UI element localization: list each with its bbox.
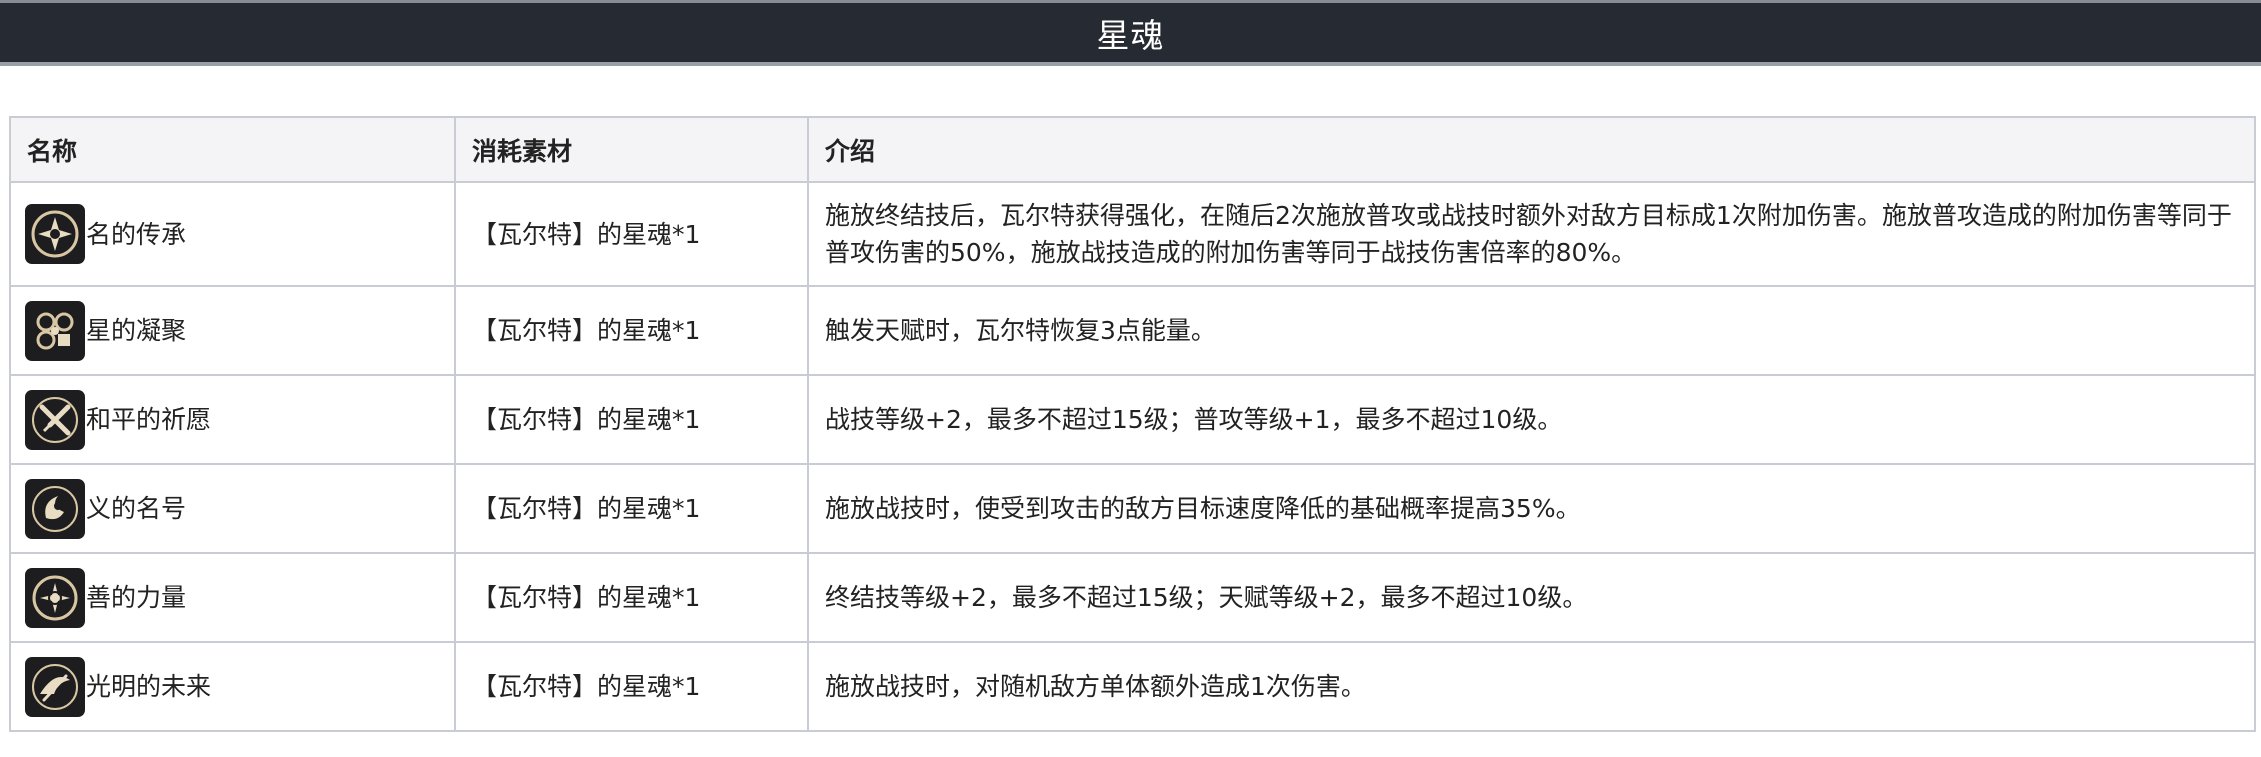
constellation-name: 光明的未来 — [86, 672, 212, 701]
constellation-table: 名称 消耗素材 介绍 名的传承 【瓦尔特】的星魂*1 施放终结技后，瓦尔特获得强… — [9, 116, 2256, 732]
name-cell: 名的传承 — [9, 181, 456, 287]
page-title: 星魂 — [1096, 15, 1165, 55]
material-cell: 【瓦尔特】的星魂*1 — [454, 181, 809, 287]
material-cell: 【瓦尔特】的星魂*1 — [454, 641, 809, 732]
name-cell: 善的力量 — [9, 552, 456, 643]
material-cell: 【瓦尔特】的星魂*1 — [454, 552, 809, 643]
constellation-1-icon — [25, 204, 85, 264]
material-cell: 【瓦尔特】的星魂*1 — [454, 285, 809, 376]
constellation-name: 善的力量 — [86, 583, 187, 612]
constellation-6-icon — [25, 656, 85, 717]
description-cell: 施放战技时，使受到攻击的敌方目标速度降低的基础概率提高35%。 — [807, 463, 2256, 554]
column-header-material: 消耗素材 — [454, 116, 809, 183]
description-cell: 触发天赋时，瓦尔特恢复3点能量。 — [807, 285, 2256, 376]
constellation-name: 名的传承 — [86, 219, 187, 249]
name-cell: 和平的祈愿 — [9, 374, 456, 465]
constellation-5-icon — [25, 567, 85, 628]
table-row: 名的传承 【瓦尔特】的星魂*1 施放终结技后，瓦尔特获得强化，在随后2次施放普攻… — [9, 181, 2256, 287]
name-cell: 光明的未来 — [9, 641, 456, 732]
table-row: 和平的祈愿 【瓦尔特】的星魂*1 战技等级+2，最多不超过15级；普攻等级+1，… — [9, 374, 2256, 465]
title-bar: 星魂 — [0, 0, 2261, 66]
description-cell: 施放终结技后，瓦尔特获得强化，在随后2次施放普攻或战技时额外对敌方目标成1次附加… — [807, 181, 2256, 287]
constellation-4-icon — [25, 478, 85, 539]
constellation-name: 义的名号 — [86, 494, 187, 523]
name-cell: 义的名号 — [9, 463, 456, 554]
constellation-3-icon — [25, 389, 85, 450]
table-header-row: 名称 消耗素材 介绍 — [9, 116, 2256, 183]
material-cell: 【瓦尔特】的星魂*1 — [454, 463, 809, 554]
name-cell: 星的凝聚 — [9, 285, 456, 376]
column-header-description: 介绍 — [807, 116, 2256, 183]
constellation-2-icon — [25, 300, 85, 361]
table-row: 义的名号 【瓦尔特】的星魂*1 施放战技时，使受到攻击的敌方目标速度降低的基础概… — [9, 463, 2256, 554]
description-cell: 终结技等级+2，最多不超过15级；天赋等级+2，最多不超过10级。 — [807, 552, 2256, 643]
description-cell: 施放战技时，对随机敌方单体额外造成1次伤害。 — [807, 641, 2256, 732]
constellation-name: 和平的祈愿 — [86, 405, 212, 434]
column-header-name: 名称 — [9, 116, 456, 183]
table-row: 光明的未来 【瓦尔特】的星魂*1 施放战技时，对随机敌方单体额外造成1次伤害。 — [9, 641, 2256, 732]
material-cell: 【瓦尔特】的星魂*1 — [454, 374, 809, 465]
table-row: 善的力量 【瓦尔特】的星魂*1 终结技等级+2，最多不超过15级；天赋等级+2，… — [9, 552, 2256, 643]
table-row: 星的凝聚 【瓦尔特】的星魂*1 触发天赋时，瓦尔特恢复3点能量。 — [9, 285, 2256, 376]
description-cell: 战技等级+2，最多不超过15级；普攻等级+1，最多不超过10级。 — [807, 374, 2256, 465]
constellation-name: 星的凝聚 — [86, 316, 187, 345]
